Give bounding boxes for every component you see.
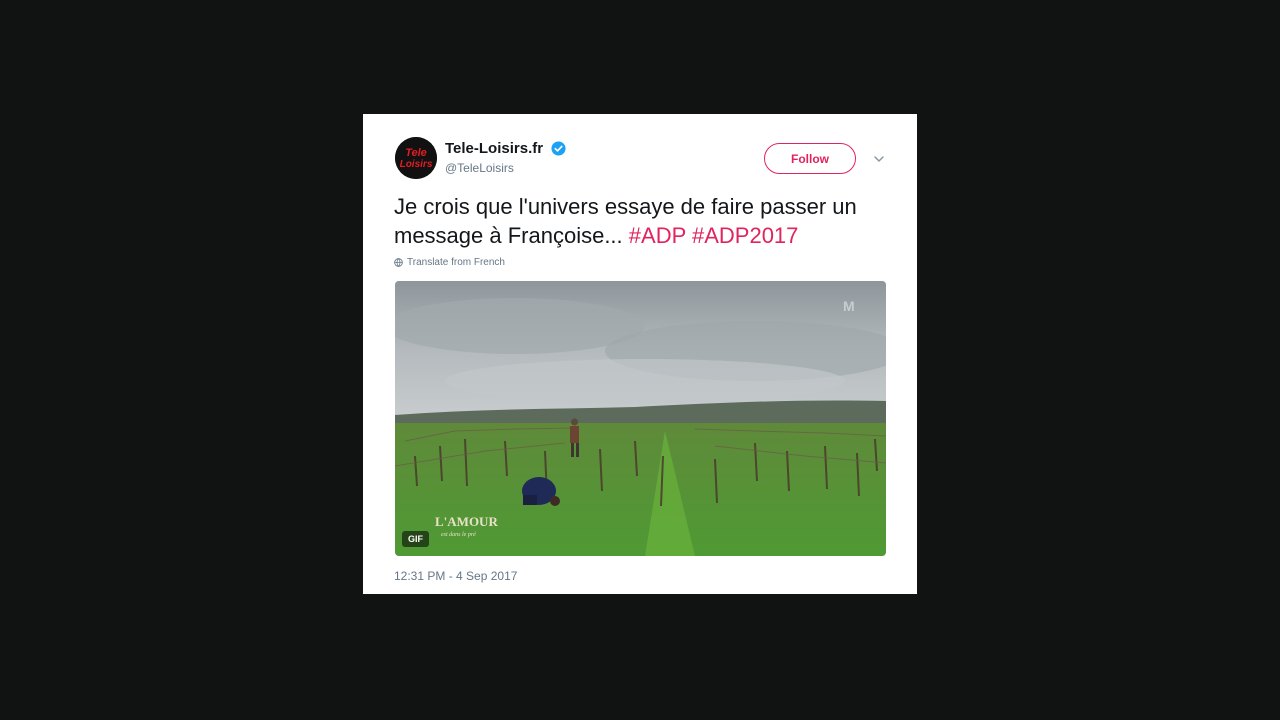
hashtag-link[interactable]: #ADP [629,223,686,248]
follow-button[interactable]: Follow [764,143,856,174]
translate-label: Translate from French [407,257,505,268]
watermark-subtitle: est dans le pré [441,532,476,538]
tweet-card: Tele Loisirs Tele-Loisirs.fr @TeleLoisir… [363,114,917,594]
watermark-title: L'AMOUR [435,514,498,529]
svg-text:Loisirs: Loisirs [400,159,433,170]
avatar[interactable]: Tele Loisirs [395,137,437,179]
tele-loisirs-logo: Tele Loisirs [395,137,437,179]
svg-text:Tele: Tele [405,147,427,159]
vineyard-image: L'AMOUR est dans le pré M [395,281,886,556]
gif-badge: GIF [402,531,429,547]
display-name[interactable]: Tele-Loisirs.fr [445,140,543,157]
user-handle[interactable]: @TeleLoisirs [445,161,514,175]
chevron-down-icon[interactable] [872,152,886,166]
translate-link[interactable]: Translate from French [394,257,505,268]
globe-icon [394,258,403,267]
channel-logo: M [843,298,855,314]
tweet-text: Je crois que l'univers essaye de faire p… [394,192,894,250]
hashtag-link[interactable]: #ADP2017 [692,223,798,248]
gif-media[interactable]: L'AMOUR est dans le pré M GIF [395,281,886,556]
verified-badge-icon [551,141,566,156]
timestamp[interactable]: 12:31 PM - 4 Sep 2017 [394,569,517,583]
